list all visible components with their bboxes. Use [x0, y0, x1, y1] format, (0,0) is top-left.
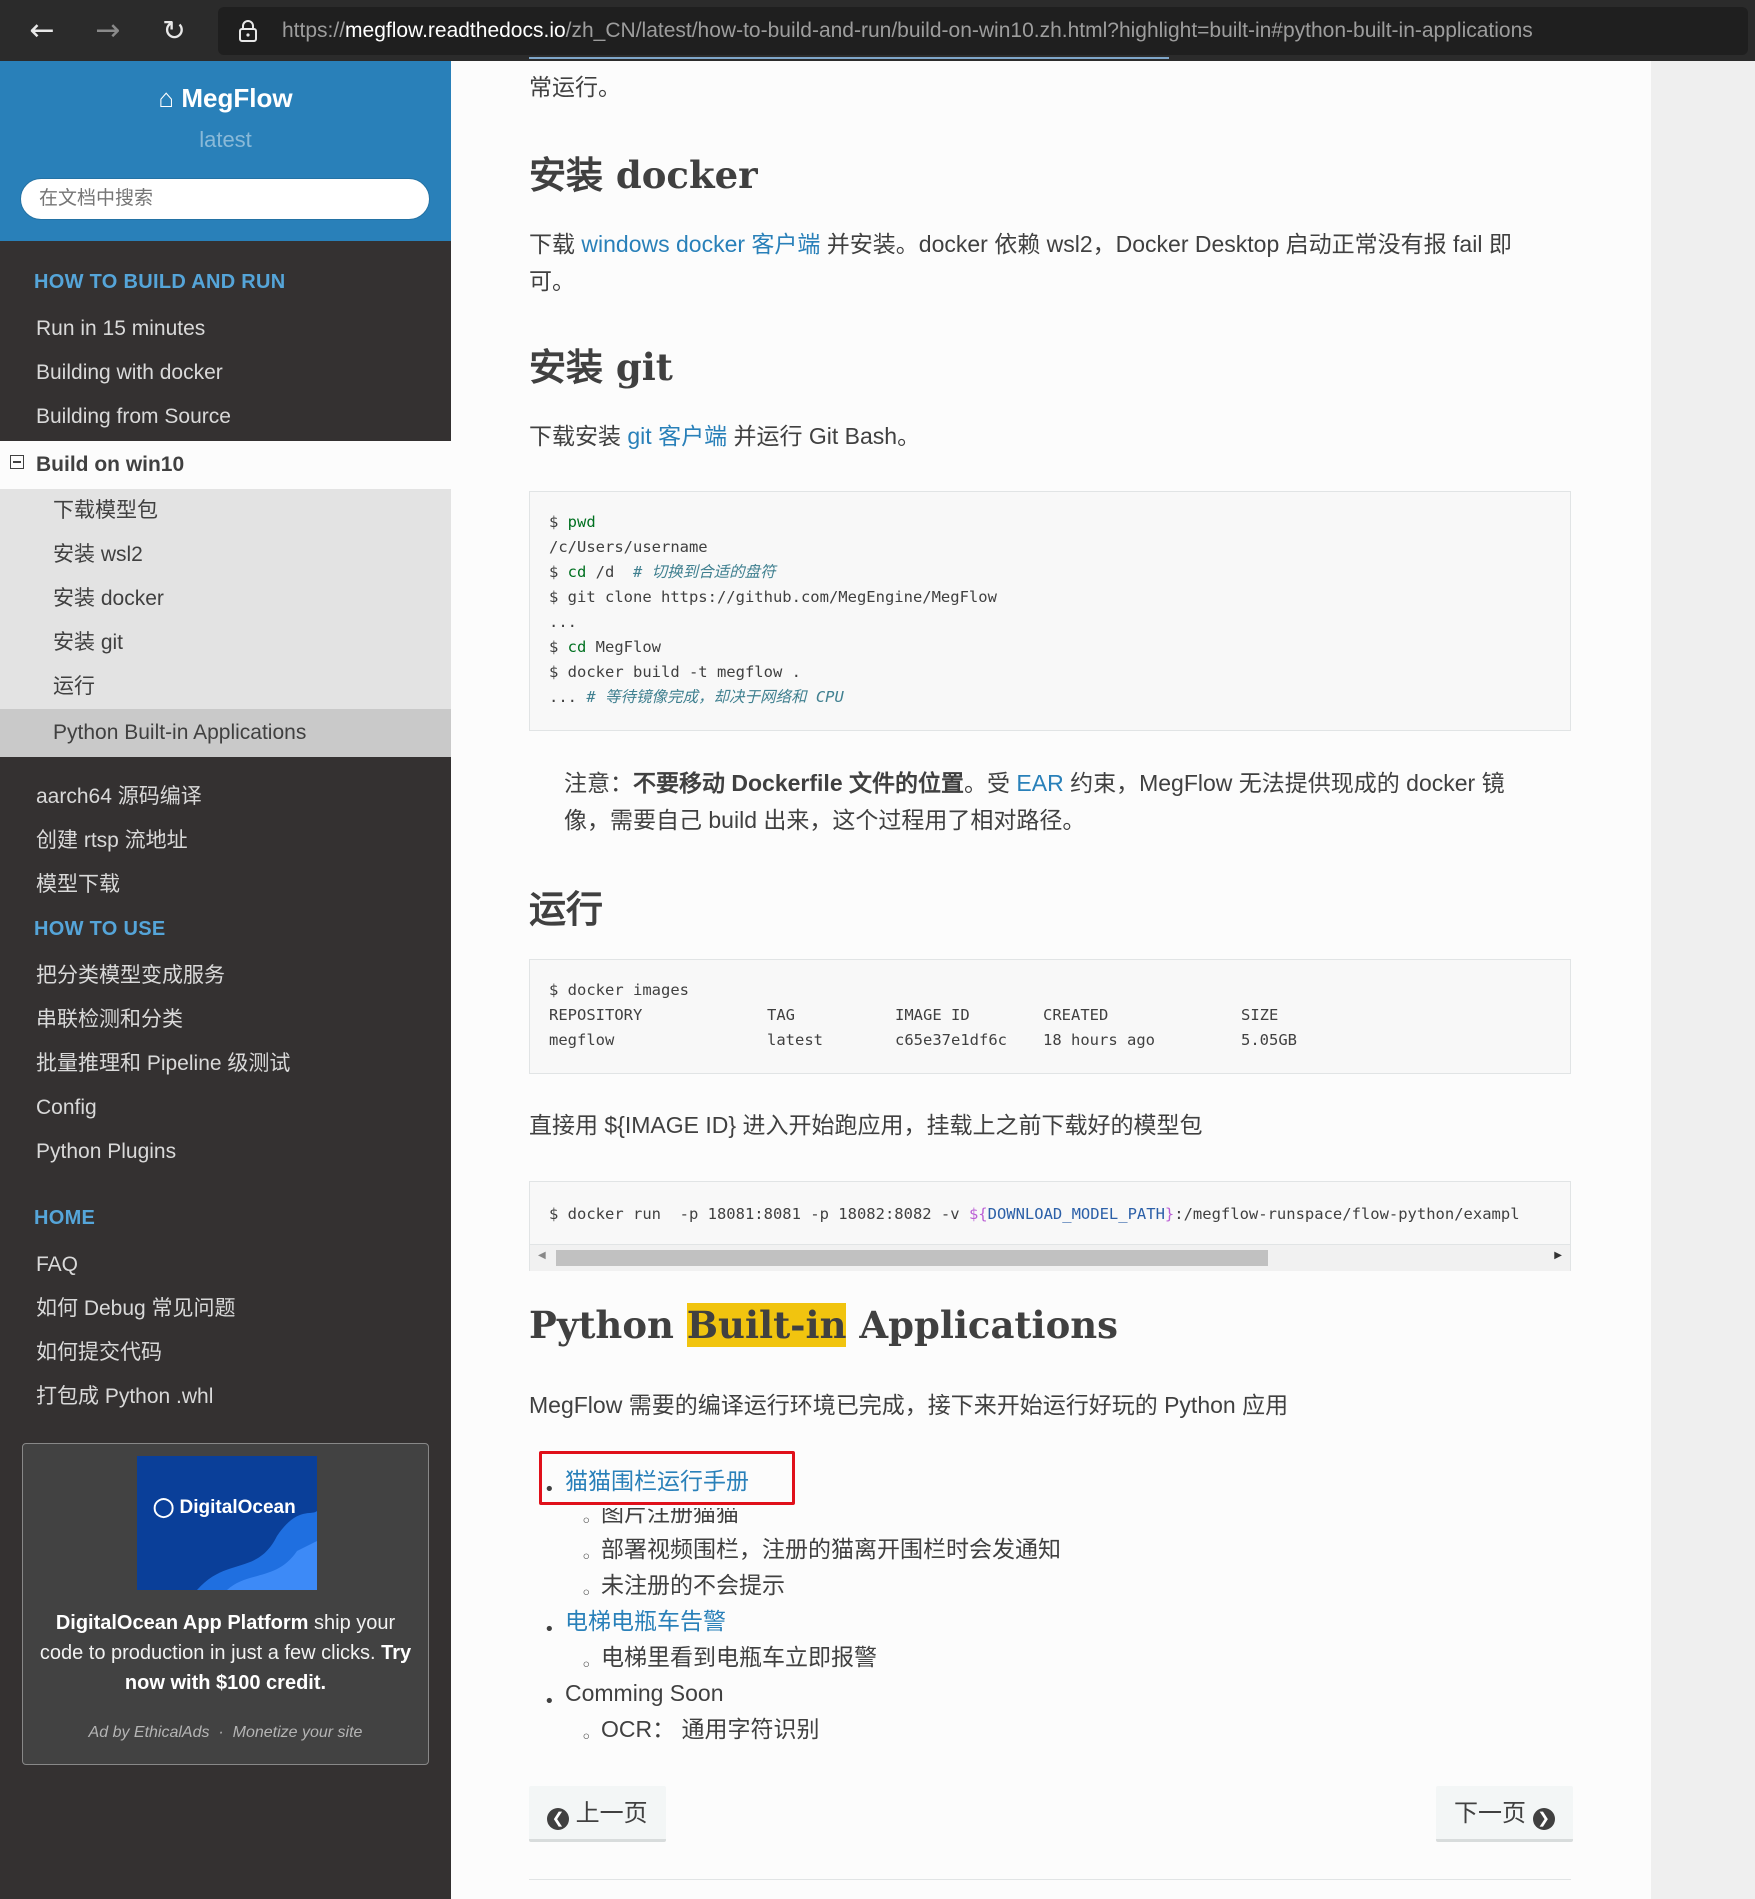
caption-home: HOME [34, 1207, 96, 1229]
ad-image[interactable]: ◯ DigitalOcean [137, 1456, 317, 1590]
annotation-box [539, 1451, 795, 1505]
code-block-clone[interactable]: $ pwd /c/Users/username $ cd /d # 切换到合适的… [529, 491, 1571, 731]
sidebar-item-whl[interactable]: 打包成 Python .whl [0, 1375, 451, 1419]
sidebar-item-label: Build on win10 [36, 453, 185, 476]
arrow-left-icon: ❮ [547, 1808, 569, 1830]
next-page-button[interactable]: 下一页 ❯ [1436, 1786, 1573, 1842]
sidebar-item-python-plugins[interactable]: Python Plugins [0, 1130, 451, 1174]
caption-how-to-use: HOW TO USE [34, 918, 166, 940]
sidebar-item-model-download[interactable]: 模型下载 [0, 863, 451, 907]
bullet: • [544, 1691, 555, 1712]
right-gutter [1651, 61, 1755, 1899]
subnav-docker[interactable]: 安装 docker [0, 577, 451, 621]
ad-by-link[interactable]: Ad by EthicalAds [89, 1724, 210, 1741]
heading-install-docker: 安装 docker [529, 153, 758, 197]
sidebar-item-rtsp[interactable]: 创建 rtsp 流地址 [0, 819, 451, 863]
sidebar-item-faq[interactable]: FAQ [0, 1243, 451, 1287]
ad-text[interactable]: DigitalOcean App Platform ship your code… [35, 1608, 416, 1698]
brand-area: ⌂ MegFlow latest [0, 61, 451, 241]
sidebar-item-debug[interactable]: 如何 Debug 常见问题 [0, 1287, 451, 1331]
subnav-download-model[interactable]: 下载模型包 [0, 489, 451, 533]
sidebar-item-submit-code[interactable]: 如何提交代码 [0, 1331, 451, 1375]
prev-page-button[interactable]: ❮ 上一页 [529, 1786, 666, 1842]
sidebar-item-config[interactable]: Config [0, 1086, 451, 1130]
paragraph-python: MegFlow 需要的编译运行环境已完成，接下来开始运行好玩的 Python 应… [529, 1392, 1289, 1418]
collapse-icon[interactable] [10, 455, 24, 469]
subnav-run[interactable]: 运行 [0, 665, 451, 709]
bullet: • [544, 1619, 555, 1640]
address-bar[interactable]: https://megflow.readthedocs.io/zh_CN/lat… [218, 7, 1748, 55]
sub-bullet: ◦ [581, 1727, 592, 1748]
paragraph-docker: 下载 windows docker 客户端 并安装。docker 依赖 wsl2… [529, 231, 1512, 294]
list-sub-item: 未注册的不会提示 [601, 1572, 785, 1598]
browser-toolbar: ← → ↻ https://megflow.readthedocs.io/zh_… [0, 0, 1755, 62]
scroll-left-icon[interactable]: ◀ [538, 1250, 546, 1261]
sidebar-item-classify-service[interactable]: 把分类模型变成服务 [0, 954, 451, 998]
subnav-python-builtin[interactable]: Python Built-in Applications [0, 709, 451, 757]
note-block: 注意：不要移动 Dockerfile 文件的位置。受 EAR 约束，MegFlo… [564, 770, 1505, 833]
list-item-coming-soon: Comming Soon [565, 1680, 724, 1706]
clipped-line [529, 55, 1529, 65]
sub-bullet: ◦ [581, 1547, 592, 1568]
list-sub-item: OCR： 通用字符识别 [601, 1716, 820, 1742]
sidebar-item-build-docker[interactable]: Building with docker [0, 351, 451, 395]
sidebar-item-aarch64[interactable]: aarch64 源码编译 [0, 775, 451, 819]
heading-install-git: 安装 git [529, 345, 673, 389]
sidebar-item-run-15[interactable]: Run in 15 minutes [0, 307, 451, 351]
footer-divider [529, 1879, 1571, 1880]
digitalocean-icon: ◯ [153, 1497, 175, 1518]
search-input[interactable] [20, 178, 430, 220]
scroll-right-icon[interactable]: ▶ [1554, 1250, 1562, 1261]
sidebar-item-build-source[interactable]: Building from Source [0, 395, 451, 439]
paragraph-run: 直接用 ${IMAGE ID} 进入开始跑应用，挂载上之前下载好的模型包 [529, 1112, 1203, 1138]
list-sub-item: 部署视频围栏，注册的猫离开围栏时会发通知 [601, 1536, 1061, 1562]
version-label: latest [199, 127, 252, 152]
link-windows-docker[interactable]: windows docker 客户端 [581, 231, 820, 257]
subnav-wsl2[interactable]: 安装 wsl2 [0, 533, 451, 577]
url-text: https://megflow.readthedocs.io/zh_CN/lat… [282, 19, 1533, 42]
search-highlight: Built-in [686, 1303, 847, 1347]
sub-bullet: ◦ [581, 1511, 592, 1532]
caption-build: HOW TO BUILD AND RUN [34, 271, 286, 293]
sub-bullet: ◦ [581, 1583, 592, 1604]
arrow-right-icon: ❯ [1532, 1808, 1555, 1830]
subnav-git[interactable]: 安装 git [0, 621, 451, 665]
sidebar-item-detect-classify[interactable]: 串联检测和分类 [0, 998, 451, 1042]
paragraph-git: 下载安装 git 客户端 并运行 Git Bash。 [529, 423, 921, 449]
home-icon: ⌂ [158, 83, 175, 113]
link-elevator-alarm[interactable]: 电梯电瓶车告警 [565, 1603, 726, 1639]
sidebar-item-batch-pipeline[interactable]: 批量推理和 Pipeline 级测试 [0, 1042, 451, 1086]
link-ear[interactable]: EAR [1016, 770, 1063, 796]
back-icon[interactable]: ← [22, 12, 62, 50]
digitalocean-logo: ◯ DigitalOcean [153, 1497, 296, 1518]
brand-home-link[interactable]: ⌂ MegFlow [0, 83, 451, 114]
sub-bullet: ◦ [581, 1655, 592, 1676]
monetize-link[interactable]: Monetize your site [233, 1724, 363, 1741]
sidebar: ⌂ MegFlow latest HOW TO BUILD AND RUN Ru… [0, 61, 452, 1899]
ad-footer: Ad by EthicalAds · Monetize your site [88, 1724, 363, 1741]
link-git-client[interactable]: git 客户端 [627, 423, 727, 449]
ethical-ad[interactable]: ◯ DigitalOcean DigitalOcean App Platform… [22, 1443, 429, 1765]
code-block-images[interactable]: $ docker images REPOSITORY TAG IMAGE ID CRE… [529, 959, 1571, 1074]
horizontal-scrollbar[interactable]: ◀ ▶ [530, 1244, 1570, 1271]
scrollbar-thumb[interactable] [556, 1250, 1268, 1266]
list-sub-item: 电梯里看到电瓶车立即报警 [601, 1644, 877, 1670]
lock-icon [239, 20, 257, 42]
forward-icon[interactable]: → [88, 12, 128, 50]
wave-graphic [197, 1511, 317, 1590]
main-content: 常运行。 安装 docker 下载 windows docker 客户端 并安装… [451, 57, 1651, 1899]
sidebar-item-build-win10[interactable]: Build on win10 [0, 441, 451, 489]
reload-icon[interactable]: ↻ [154, 12, 194, 50]
paragraph-fragment: 常运行。 [529, 74, 621, 100]
heading-run: 运行 [529, 887, 603, 931]
heading-python-builtin: Python Built-in Applications [529, 1303, 1118, 1347]
